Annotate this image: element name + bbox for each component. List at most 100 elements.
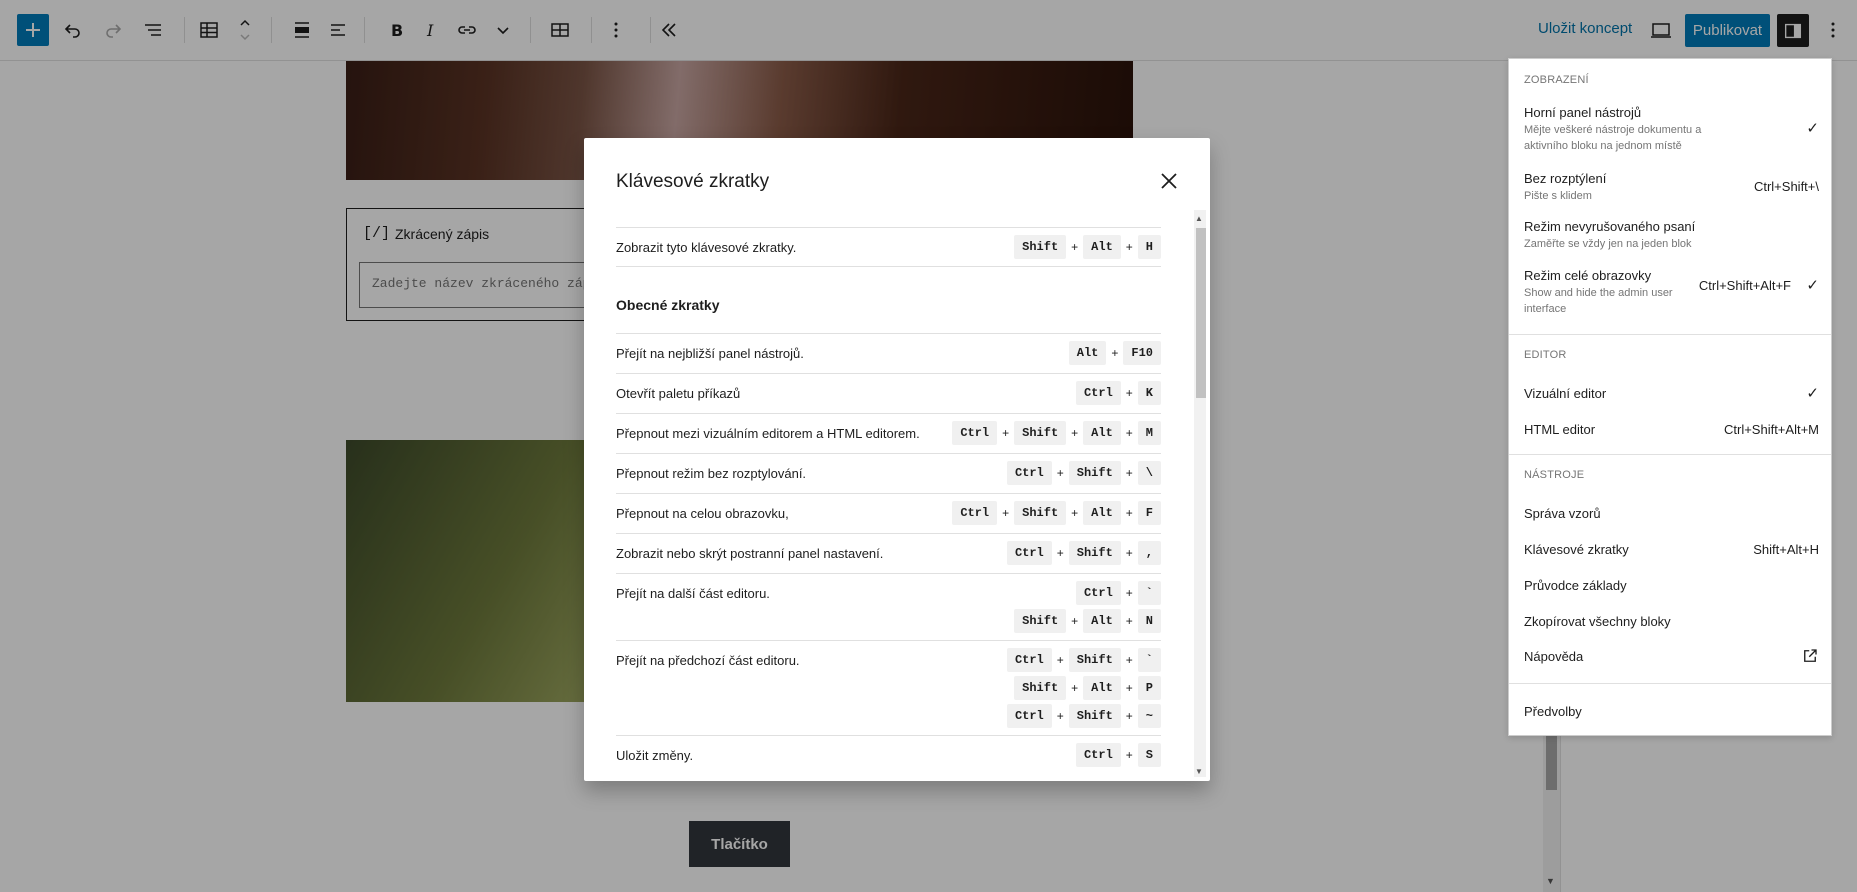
menu-item-label: Průvodce základy bbox=[1524, 578, 1627, 593]
menu-item-html-editor[interactable]: HTML editor Ctrl+Shift+Alt+M bbox=[1524, 422, 1819, 437]
plus-separator: + bbox=[1002, 506, 1010, 520]
key-cap: Ctrl bbox=[1006, 648, 1052, 672]
shortcut-description: Přejít na nejbližší panel nástrojů. bbox=[616, 346, 804, 361]
key-cap: Alt bbox=[1083, 501, 1121, 525]
shortcut-row: Přepnout mezi vizuálním editorem a HTML … bbox=[616, 413, 1161, 453]
shortcut-keys: Ctrl + S bbox=[1075, 743, 1161, 767]
shortcut-description: Přepnout na celou obrazovku, bbox=[616, 506, 789, 521]
key-cap: Ctrl bbox=[952, 421, 998, 445]
menu-item-label: Nápověda bbox=[1524, 649, 1584, 664]
shortcut-description: Otevřít paletu příkazů bbox=[616, 386, 741, 401]
key-combination: Ctrl + S bbox=[1075, 743, 1161, 767]
close-icon bbox=[1161, 173, 1177, 189]
key-cap: Ctrl bbox=[1006, 541, 1052, 565]
shortcut-keys: Alt + F10 bbox=[1068, 341, 1161, 365]
shortcut-row: Uložit změny. Ctrl + S bbox=[616, 735, 1161, 769]
key-cap: \ bbox=[1137, 461, 1161, 485]
menu-section-tools: Nástroje bbox=[1524, 469, 1585, 481]
check-icon: ✓ bbox=[1806, 277, 1819, 294]
shortcut-row: Zobrazit tyto klávesové zkratky. Shift + Al… bbox=[616, 227, 1161, 267]
shortcut-description: Přejít na předchozí část editoru. bbox=[616, 653, 800, 668]
key-cap: Alt bbox=[1083, 235, 1121, 259]
menu-section-view: Zobrazení bbox=[1524, 74, 1589, 86]
plus-separator: + bbox=[1071, 426, 1079, 440]
key-cap: Shift bbox=[1014, 235, 1067, 259]
check-icon: ✓ bbox=[1806, 120, 1819, 137]
menu-item-description: Pište s klidem bbox=[1524, 190, 1592, 202]
shortcut-description: Zobrazit tyto klávesové zkratky. bbox=[616, 240, 797, 255]
key-cap: Shift bbox=[1068, 461, 1121, 485]
key-cap: ~ bbox=[1137, 704, 1161, 728]
key-combination: Ctrl + Shift + ` bbox=[1006, 648, 1161, 672]
plus-separator: + bbox=[1056, 466, 1064, 480]
menu-divider bbox=[1509, 454, 1831, 455]
menu-item-spotlight[interactable]: Režim nevyrušovaného psaní Zaměřte se vž… bbox=[1524, 219, 1819, 252]
shortcut-keys: Ctrl + Shift + \ bbox=[1006, 461, 1161, 485]
key-cap: H bbox=[1137, 235, 1161, 259]
menu-item-shortcut: Ctrl+Shift+Alt+M bbox=[1723, 422, 1819, 437]
menu-item-shortcut: Shift+Alt+H bbox=[1753, 542, 1819, 557]
key-combination: Shift + Alt + P bbox=[1014, 676, 1161, 700]
key-combination: Ctrl + ` bbox=[1075, 581, 1161, 605]
shortcut-keys: Ctrl + Shift + ` Shift + Alt + P Ctrl + Shift + ~ bbox=[1006, 648, 1161, 728]
menu-item-shortcut: Ctrl+Shift+\ bbox=[1753, 179, 1819, 194]
plus-separator: + bbox=[1002, 426, 1010, 440]
menu-item-visual-editor[interactable]: Vizuální editor ✓ bbox=[1524, 385, 1819, 402]
key-combination: Ctrl + Shift +, bbox=[1006, 541, 1161, 565]
menu-item-label: Vizuální editor bbox=[1524, 386, 1607, 401]
modal-title: Klávesové zkratky bbox=[616, 171, 770, 192]
key-combination: Ctrl + Shift + \ bbox=[1006, 461, 1161, 485]
close-button[interactable] bbox=[1155, 167, 1183, 195]
modal-scrollbar-thumb[interactable] bbox=[1196, 228, 1206, 398]
plus-separator: + bbox=[1071, 681, 1079, 695]
menu-item-top-toolbar[interactable]: Horní panel nástrojů Mějte veškeré nástr… bbox=[1524, 105, 1819, 154]
shortcut-keys: Ctrl + K bbox=[1075, 381, 1161, 405]
key-cap: Shift bbox=[1068, 648, 1121, 672]
plus-separator: + bbox=[1071, 506, 1079, 520]
shortcut-row: Přejít na nejbližší panel nástrojů. Alt + F… bbox=[616, 333, 1161, 373]
plus-separator: + bbox=[1056, 546, 1064, 560]
menu-item-manage-patterns[interactable]: Správa vzorů bbox=[1524, 506, 1819, 521]
key-cap: , bbox=[1137, 541, 1161, 565]
section-title: Obecné zkratky bbox=[616, 297, 720, 313]
plus-separator: + bbox=[1125, 653, 1133, 667]
key-combination: Ctrl + K bbox=[1075, 381, 1161, 405]
key-cap: Shift bbox=[1014, 421, 1067, 445]
shortcut-keys: Ctrl + ` Shift + Alt + N bbox=[1014, 581, 1161, 633]
key-cap: ` bbox=[1137, 581, 1161, 605]
scroll-up-arrow[interactable]: ▲ bbox=[1195, 214, 1203, 223]
menu-item-label: Předvolby bbox=[1524, 704, 1582, 719]
plus-separator: + bbox=[1125, 709, 1133, 723]
key-cap: F10 bbox=[1123, 341, 1161, 365]
menu-item-preferences[interactable]: Předvolby bbox=[1524, 704, 1819, 719]
key-cap: Alt bbox=[1068, 341, 1107, 365]
shortcut-keys: Shift + Alt + H bbox=[1014, 235, 1161, 259]
plus-separator: + bbox=[1125, 426, 1133, 440]
scroll-down-arrow[interactable]: ▼ bbox=[1195, 767, 1203, 776]
menu-item-fullscreen[interactable]: Režim celé obrazovky Show and hide the a… bbox=[1524, 268, 1819, 317]
key-cap: Shift bbox=[1068, 541, 1121, 565]
menu-item-keyboard-shortcuts[interactable]: Klávesové zkratky Shift+Alt+H bbox=[1524, 542, 1819, 557]
menu-item-description: Show and hide the admin user interface bbox=[1524, 287, 1673, 315]
shortcut-keys: Ctrl + Shift + Alt + M bbox=[952, 421, 1161, 445]
plus-separator: + bbox=[1125, 748, 1133, 762]
menu-item-help[interactable]: Nápověda bbox=[1524, 649, 1819, 664]
plus-separator: + bbox=[1125, 614, 1133, 628]
shortcut-row: Přejít na další část editoru. Ctrl + ` Shift… bbox=[616, 573, 1161, 640]
key-cap: Alt bbox=[1083, 421, 1121, 445]
plus-separator: + bbox=[1125, 681, 1133, 695]
key-cap: K bbox=[1137, 381, 1161, 405]
shortcuts-list: Zobrazit tyto klávesové zkratky. Shift + Al… bbox=[616, 227, 1161, 769]
key-cap: Shift bbox=[1014, 501, 1067, 525]
external-link-icon bbox=[1804, 649, 1817, 662]
menu-item-copy-all-blocks[interactable]: Zkopírovat všechny bloky bbox=[1524, 614, 1819, 629]
menu-section-editor: Editor bbox=[1524, 349, 1567, 361]
key-cap: S bbox=[1137, 743, 1161, 767]
key-cap: Shift bbox=[1014, 676, 1067, 700]
key-cap: Ctrl bbox=[1075, 743, 1121, 767]
section-general: Obecné zkratky bbox=[616, 267, 1161, 333]
menu-item-distraction-free[interactable]: Bez rozptýlení Pište s klidem Ctrl+Shift… bbox=[1524, 171, 1819, 204]
menu-item-welcome-guide[interactable]: Průvodce základy bbox=[1524, 578, 1819, 593]
shortcut-row: Zobrazit nebo skrýt postranní panel nast… bbox=[616, 533, 1161, 573]
key-cap: Ctrl bbox=[1075, 381, 1121, 405]
